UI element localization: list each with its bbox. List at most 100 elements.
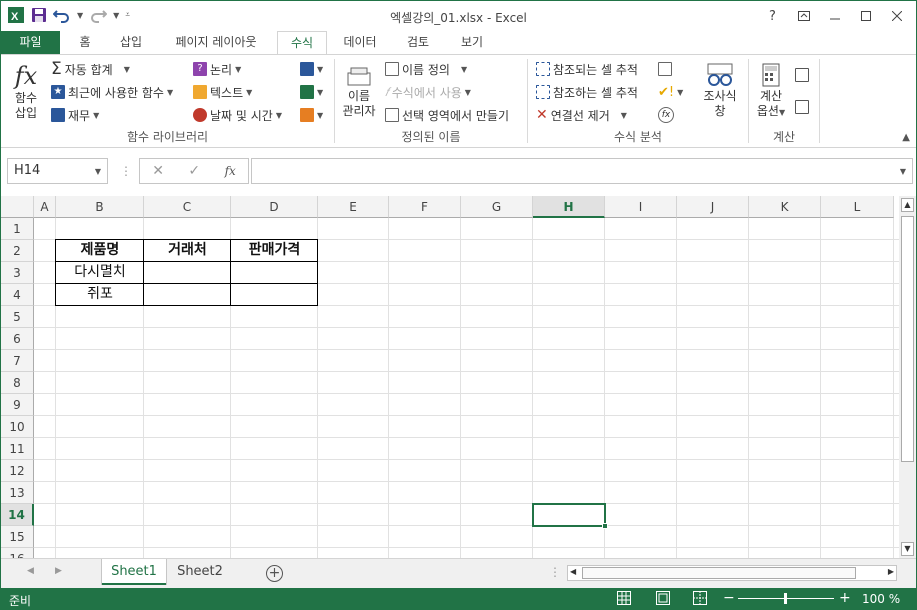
row-header-14[interactable]: 14 xyxy=(1,504,34,526)
column-header-g[interactable]: G xyxy=(461,196,533,218)
expand-formula-bar-icon[interactable]: ▼ xyxy=(900,167,906,176)
cell-b2[interactable]: 제품명 xyxy=(56,240,144,262)
zoom-in-icon[interactable]: + xyxy=(839,590,851,606)
row-header-13[interactable]: 13 xyxy=(1,482,34,504)
name-box[interactable]: H14 ▼ xyxy=(7,158,108,184)
column-header-j[interactable]: J xyxy=(677,196,749,218)
row-header-15[interactable]: 15 xyxy=(1,526,34,548)
cell-b3[interactable]: 다시멸치 xyxy=(56,262,144,284)
hscroll-thumb[interactable] xyxy=(582,567,856,579)
tab-page-layout[interactable]: 페이지 레이아웃 xyxy=(167,31,265,55)
scroll-right-icon[interactable]: ▶ xyxy=(888,567,894,576)
column-header-l[interactable]: L xyxy=(821,196,894,218)
column-header-a[interactable]: A xyxy=(34,196,56,218)
row-header-7[interactable]: 7 xyxy=(1,350,34,372)
cell-c2[interactable]: 거래처 xyxy=(144,240,231,262)
column-header-d[interactable]: D xyxy=(231,196,318,218)
page-break-view-icon[interactable] xyxy=(693,591,707,608)
column-header-h[interactable]: H xyxy=(533,196,605,218)
fill-handle[interactable] xyxy=(602,523,608,529)
lookup-button[interactable]: ▼ xyxy=(300,59,323,79)
create-from-selection-button[interactable]: 선택 영역에서 만들기 xyxy=(385,105,509,125)
column-header-e[interactable]: E xyxy=(318,196,389,218)
logical-button[interactable]: ? 논리 ▼ xyxy=(193,59,241,79)
enter-icon[interactable]: ✓ xyxy=(188,163,200,179)
name-manager-button[interactable]: 이름 관리자 xyxy=(339,65,379,119)
select-all-corner[interactable] xyxy=(1,196,34,218)
minimize-icon[interactable] xyxy=(819,5,850,27)
normal-view-icon[interactable] xyxy=(617,591,631,608)
help-icon[interactable]: ? xyxy=(757,5,788,27)
row-header-3[interactable]: 3 xyxy=(1,262,34,284)
zoom-slider[interactable] xyxy=(738,593,834,604)
evaluate-formula-button[interactable]: fx xyxy=(658,105,674,125)
formula-bar-grip-icon[interactable]: ⋮ xyxy=(120,164,132,178)
tab-insert[interactable]: 삽입 xyxy=(114,31,148,55)
tab-formulas[interactable]: 수식 xyxy=(277,31,327,55)
selected-cell-h14[interactable] xyxy=(532,503,608,529)
remove-arrows-button[interactable]: ✕ 연결선 제거 ▼ xyxy=(536,105,627,125)
show-formulas-button[interactable] xyxy=(658,59,672,79)
scroll-thumb[interactable] xyxy=(901,216,914,462)
scroll-left-icon[interactable]: ◀ xyxy=(570,567,576,576)
financial-button[interactable]: 재무 ▼ xyxy=(51,105,99,125)
recent-functions-button[interactable]: ★ 최근에 사용한 함수 ▼ xyxy=(51,82,173,102)
next-sheet-icon[interactable]: ▶ xyxy=(55,566,62,576)
page-layout-view-icon[interactable] xyxy=(656,591,670,608)
insert-function-icon[interactable]: fx xyxy=(225,164,236,178)
cell-d2[interactable]: 판매가격 xyxy=(231,240,318,262)
spreadsheet-grid[interactable]: ABCDEFGHIJKL12345678910111213141516제품명거래… xyxy=(1,196,899,558)
scroll-up-icon[interactable]: ▲ xyxy=(901,198,914,212)
tab-file[interactable]: 파일 xyxy=(1,31,60,55)
name-box-dropdown-icon[interactable]: ▼ xyxy=(95,167,101,176)
column-header-c[interactable]: C xyxy=(144,196,231,218)
row-header-16[interactable]: 16 xyxy=(1,548,34,558)
tab-split-grip-icon[interactable]: ⋮ xyxy=(549,565,561,579)
zoom-slider-thumb[interactable] xyxy=(784,593,787,604)
sheet-tab-sheet1[interactable]: Sheet1 xyxy=(102,559,166,585)
row-header-8[interactable]: 8 xyxy=(1,372,34,394)
tab-home[interactable]: 홈 xyxy=(73,31,97,55)
error-checking-button[interactable]: ✔! ▼ xyxy=(658,82,683,102)
use-in-formula-button[interactable]: 𝑓 수식에서 사용 ▼ xyxy=(385,82,471,102)
autosum-button[interactable]: Σ 자동 합계 ▼ xyxy=(51,59,130,79)
scroll-down-icon[interactable]: ▼ xyxy=(901,542,914,556)
column-header-f[interactable]: F xyxy=(389,196,461,218)
tab-review[interactable]: 검토 xyxy=(403,31,433,55)
vertical-scrollbar[interactable]: ▲ ▼ xyxy=(899,196,916,558)
row-header-5[interactable]: 5 xyxy=(1,306,34,328)
close-icon[interactable] xyxy=(881,5,912,27)
trace-precedents-button[interactable]: 참조되는 셀 추적 xyxy=(536,59,638,79)
datetime-button[interactable]: 날짜 및 시간 ▼ xyxy=(193,105,282,125)
row-header-4[interactable]: 4 xyxy=(1,284,34,306)
calc-now-button[interactable] xyxy=(795,65,809,85)
more-functions-button[interactable]: ▼ xyxy=(300,105,323,125)
row-header-10[interactable]: 10 xyxy=(1,416,34,438)
row-header-6[interactable]: 6 xyxy=(1,328,34,350)
row-header-11[interactable]: 11 xyxy=(1,438,34,460)
calc-sheet-button[interactable] xyxy=(795,97,809,117)
prev-sheet-icon[interactable]: ◀ xyxy=(27,566,34,576)
column-header-b[interactable]: B xyxy=(56,196,144,218)
row-header-9[interactable]: 9 xyxy=(1,394,34,416)
insert-function-button[interactable]: fx 함수 삽입 xyxy=(7,61,45,121)
formula-input[interactable]: ▼ xyxy=(251,158,913,184)
cell-b4[interactable]: 쥐포 xyxy=(56,284,144,306)
tab-view[interactable]: 보기 xyxy=(457,31,487,55)
zoom-level[interactable]: 100 % xyxy=(862,592,900,606)
collapse-ribbon-icon[interactable]: ▲ xyxy=(902,132,910,143)
column-header-k[interactable]: K xyxy=(749,196,821,218)
maximize-icon[interactable] xyxy=(850,5,881,27)
calc-options-button[interactable]: 계산 옵션▼ xyxy=(751,63,791,120)
row-header-2[interactable]: 2 xyxy=(1,240,34,262)
watch-window-button[interactable]: 조사식 창 xyxy=(698,63,742,119)
horizontal-scrollbar[interactable]: ◀ ▶ xyxy=(567,565,897,581)
row-header-1[interactable]: 1 xyxy=(1,218,34,240)
column-header-i[interactable]: I xyxy=(605,196,677,218)
tab-data[interactable]: 데이터 xyxy=(339,31,381,55)
zoom-out-icon[interactable]: − xyxy=(723,590,735,606)
define-name-button[interactable]: 이름 정의 ▼ xyxy=(385,59,467,79)
trace-dependents-button[interactable]: 참조하는 셀 추적 xyxy=(536,82,638,102)
sheet-tab-sheet2[interactable]: Sheet2 xyxy=(168,559,232,585)
math-trig-button[interactable]: ▼ xyxy=(300,82,323,102)
